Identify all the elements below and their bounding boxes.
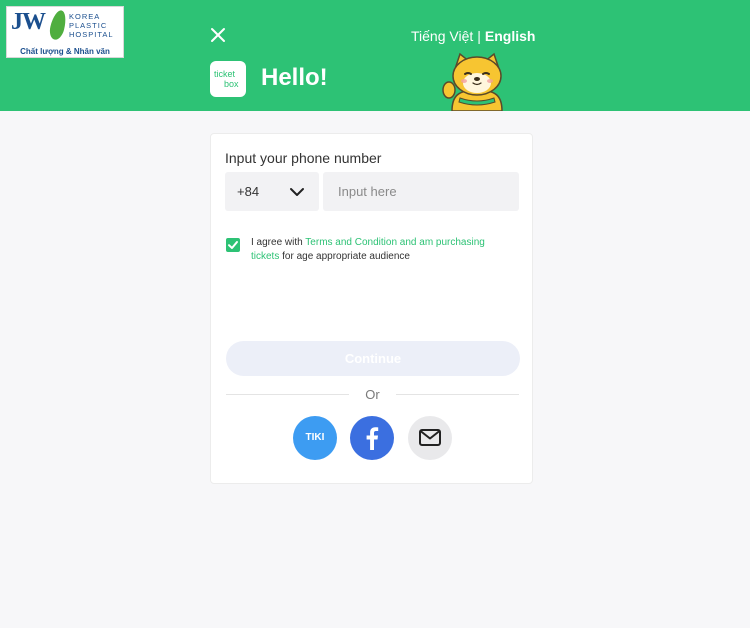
tiki-label: TIKI: [305, 432, 325, 443]
checkmark-icon: [228, 241, 238, 249]
country-code-value: +84: [237, 184, 260, 199]
email-login-button[interactable]: [408, 416, 452, 460]
phone-label: Input your phone number: [225, 150, 382, 166]
tiki-login-button[interactable]: TIKI: [293, 416, 337, 460]
agree-checkbox[interactable]: [226, 238, 240, 252]
phone-input[interactable]: [323, 172, 519, 211]
language-switcher: Tiếng Việt | English: [411, 28, 535, 44]
leaf-icon: [47, 8, 69, 42]
clinic-logo-mark: JW: [11, 9, 46, 35]
language-english[interactable]: English: [485, 28, 536, 44]
language-separator: |: [477, 28, 481, 44]
country-code-select[interactable]: +84: [225, 172, 319, 211]
login-card: Input your phone number +84 I agree with…: [210, 133, 533, 484]
ticketbox-logo-line1: ticket: [214, 69, 236, 79]
header-bar: JW KOREA PLASTIC HOSPITAL Chất lượng & N…: [0, 0, 750, 111]
facebook-icon: [366, 427, 379, 450]
close-button[interactable]: [208, 25, 228, 45]
continue-button[interactable]: Continue: [226, 341, 520, 376]
chevron-down-icon: [290, 188, 304, 196]
ticketbox-logo: ticket box: [210, 61, 246, 97]
facebook-login-button[interactable]: [350, 416, 394, 460]
greeting-title: Hello!: [261, 64, 328, 91]
or-label: Or: [365, 387, 380, 402]
agree-prefix: I agree with: [251, 237, 306, 248]
agree-suffix: for age appropriate audience: [279, 251, 410, 262]
close-icon: [211, 28, 225, 42]
clinic-logo-tagline: Chất lượng & Nhân văn: [20, 47, 110, 56]
clinic-logo-name: KOREA PLASTIC HOSPITAL: [69, 12, 114, 39]
language-vietnamese[interactable]: Tiếng Việt: [411, 28, 473, 44]
agree-text: I agree with Terms and Condition and am …: [251, 236, 511, 264]
mail-icon: [419, 429, 441, 446]
clinic-logo: JW KOREA PLASTIC HOSPITAL Chất lượng & N…: [6, 6, 124, 58]
shiba-mascot: [440, 52, 515, 111]
ticketbox-logo-line2: box: [224, 79, 239, 89]
